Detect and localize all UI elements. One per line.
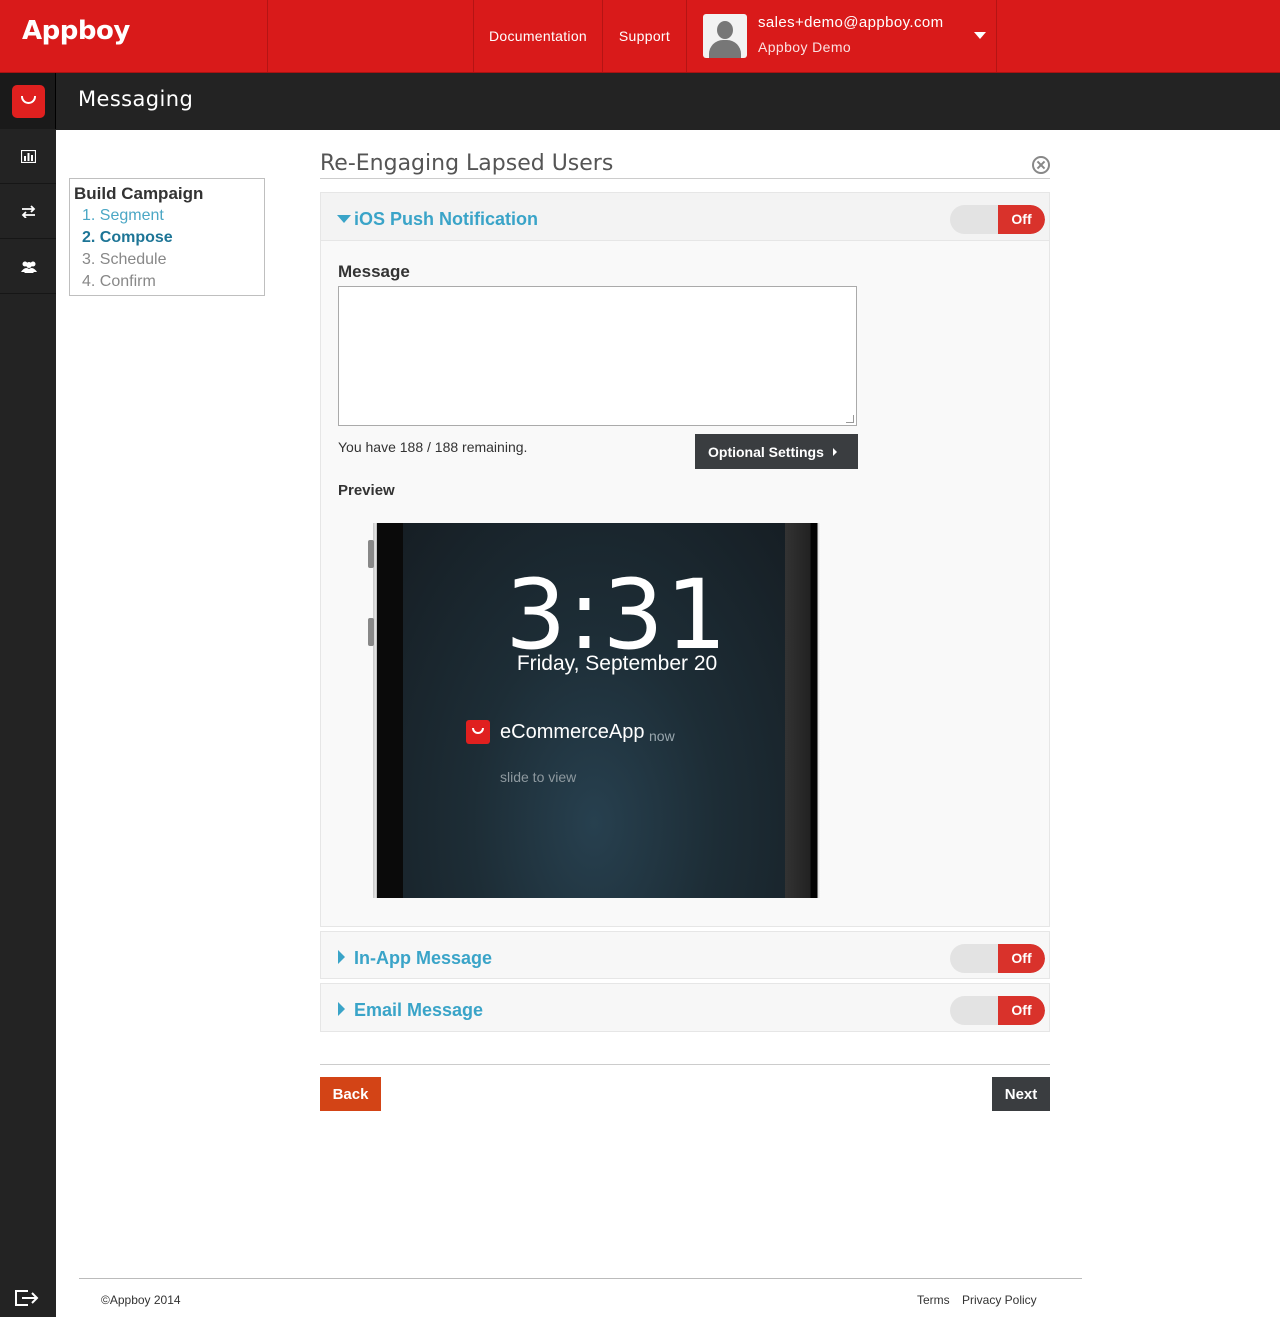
users-icon [21, 261, 37, 273]
footer-divider [79, 1278, 1082, 1279]
optional-settings-button[interactable]: Optional Settings [695, 434, 858, 469]
user-menu[interactable]: sales+demo@appboy.com Appboy Demo [687, 0, 997, 72]
in-app-title: In-App Message [354, 948, 493, 968]
copyright: ©Appboy 2014 [101, 1293, 181, 1307]
app-icon [466, 720, 490, 744]
ios-push-toggle[interactable]: Off [950, 205, 1045, 234]
step-schedule: 3. Schedule [82, 251, 167, 268]
user-org: Appboy Demo [758, 39, 852, 55]
nav-support[interactable]: Support [603, 0, 687, 72]
expanded-triangle-icon [337, 215, 351, 223]
lock-date: Friday, September 20 [516, 652, 718, 675]
resize-grip[interactable] [846, 415, 854, 423]
avatar [703, 14, 747, 58]
page-header: Messaging [56, 73, 1280, 130]
close-icon[interactable] [1032, 156, 1050, 174]
phone-preview: 3:31 Friday, September 20 eCommerceApp n… [368, 523, 821, 898]
privacy-link[interactable]: Privacy Policy [962, 1293, 1037, 1307]
title-divider [320, 178, 1050, 179]
next-button[interactable]: Next [992, 1077, 1050, 1111]
ios-push-title: iOS Push Notification [354, 209, 539, 229]
phone-screen: 3:31 Friday, September 20 eCommerceApp n… [403, 523, 785, 898]
step-segment[interactable]: 1. Segment [82, 207, 164, 225]
campaign-title: Re-Engaging Lapsed Users [320, 151, 614, 176]
page-title: Messaging [78, 87, 194, 111]
remaining-count: You have 188 / 188 remaining. [338, 439, 528, 455]
app-logo-icon [12, 85, 45, 118]
nav-documentation[interactable]: Documentation [474, 0, 603, 72]
chevron-down-icon[interactable] [974, 32, 986, 39]
email-title: Email Message [354, 1000, 484, 1020]
logo[interactable]: Appboy [0, 0, 268, 72]
home-button[interactable] [0, 73, 56, 129]
ios-push-panel: iOS Push Notification Off Message You ha… [320, 192, 1050, 927]
in-app-panel[interactable]: In-App Message Off [320, 931, 1050, 979]
chart-icon [21, 150, 36, 163]
topbar-spacer [268, 0, 474, 72]
analytics-nav-item[interactable] [0, 130, 56, 184]
step-compose[interactable]: 2. Compose [82, 229, 173, 247]
user-email: sales+demo@appboy.com [758, 14, 944, 31]
notification-app-name: eCommerceApp [500, 721, 645, 743]
step-confirm: 4. Confirm [82, 273, 156, 290]
users-nav-item[interactable] [0, 240, 56, 294]
campaign-steps: Build Campaign 1. Segment 2. Compose 3. … [69, 178, 265, 296]
message-label: Message [338, 262, 410, 281]
ios-push-header[interactable]: iOS Push Notification Off [321, 193, 1049, 241]
top-bar: Appboy Documentation Support sales+demo@… [0, 0, 1280, 73]
caret-right-icon [833, 448, 837, 456]
terms-link[interactable]: Terms [917, 1293, 950, 1307]
collapsed-triangle-icon [338, 950, 345, 964]
campaigns-nav-item[interactable] [0, 185, 56, 239]
steps-title: Build Campaign [74, 184, 204, 203]
collapsed-triangle-icon [338, 1002, 345, 1016]
actions-divider [320, 1064, 1050, 1065]
left-rail [0, 73, 56, 1317]
message-input[interactable] [338, 286, 857, 426]
email-toggle[interactable]: Off [950, 996, 1045, 1025]
logout-icon[interactable] [14, 1289, 40, 1307]
back-button[interactable]: Back [320, 1077, 381, 1111]
slide-to-view: slide to view [500, 769, 577, 785]
notification-time: now [649, 728, 675, 744]
arrows-exchange-icon [21, 205, 36, 218]
preview-label: Preview [338, 482, 395, 499]
in-app-toggle[interactable]: Off [950, 944, 1045, 973]
email-panel[interactable]: Email Message Off [320, 983, 1050, 1032]
